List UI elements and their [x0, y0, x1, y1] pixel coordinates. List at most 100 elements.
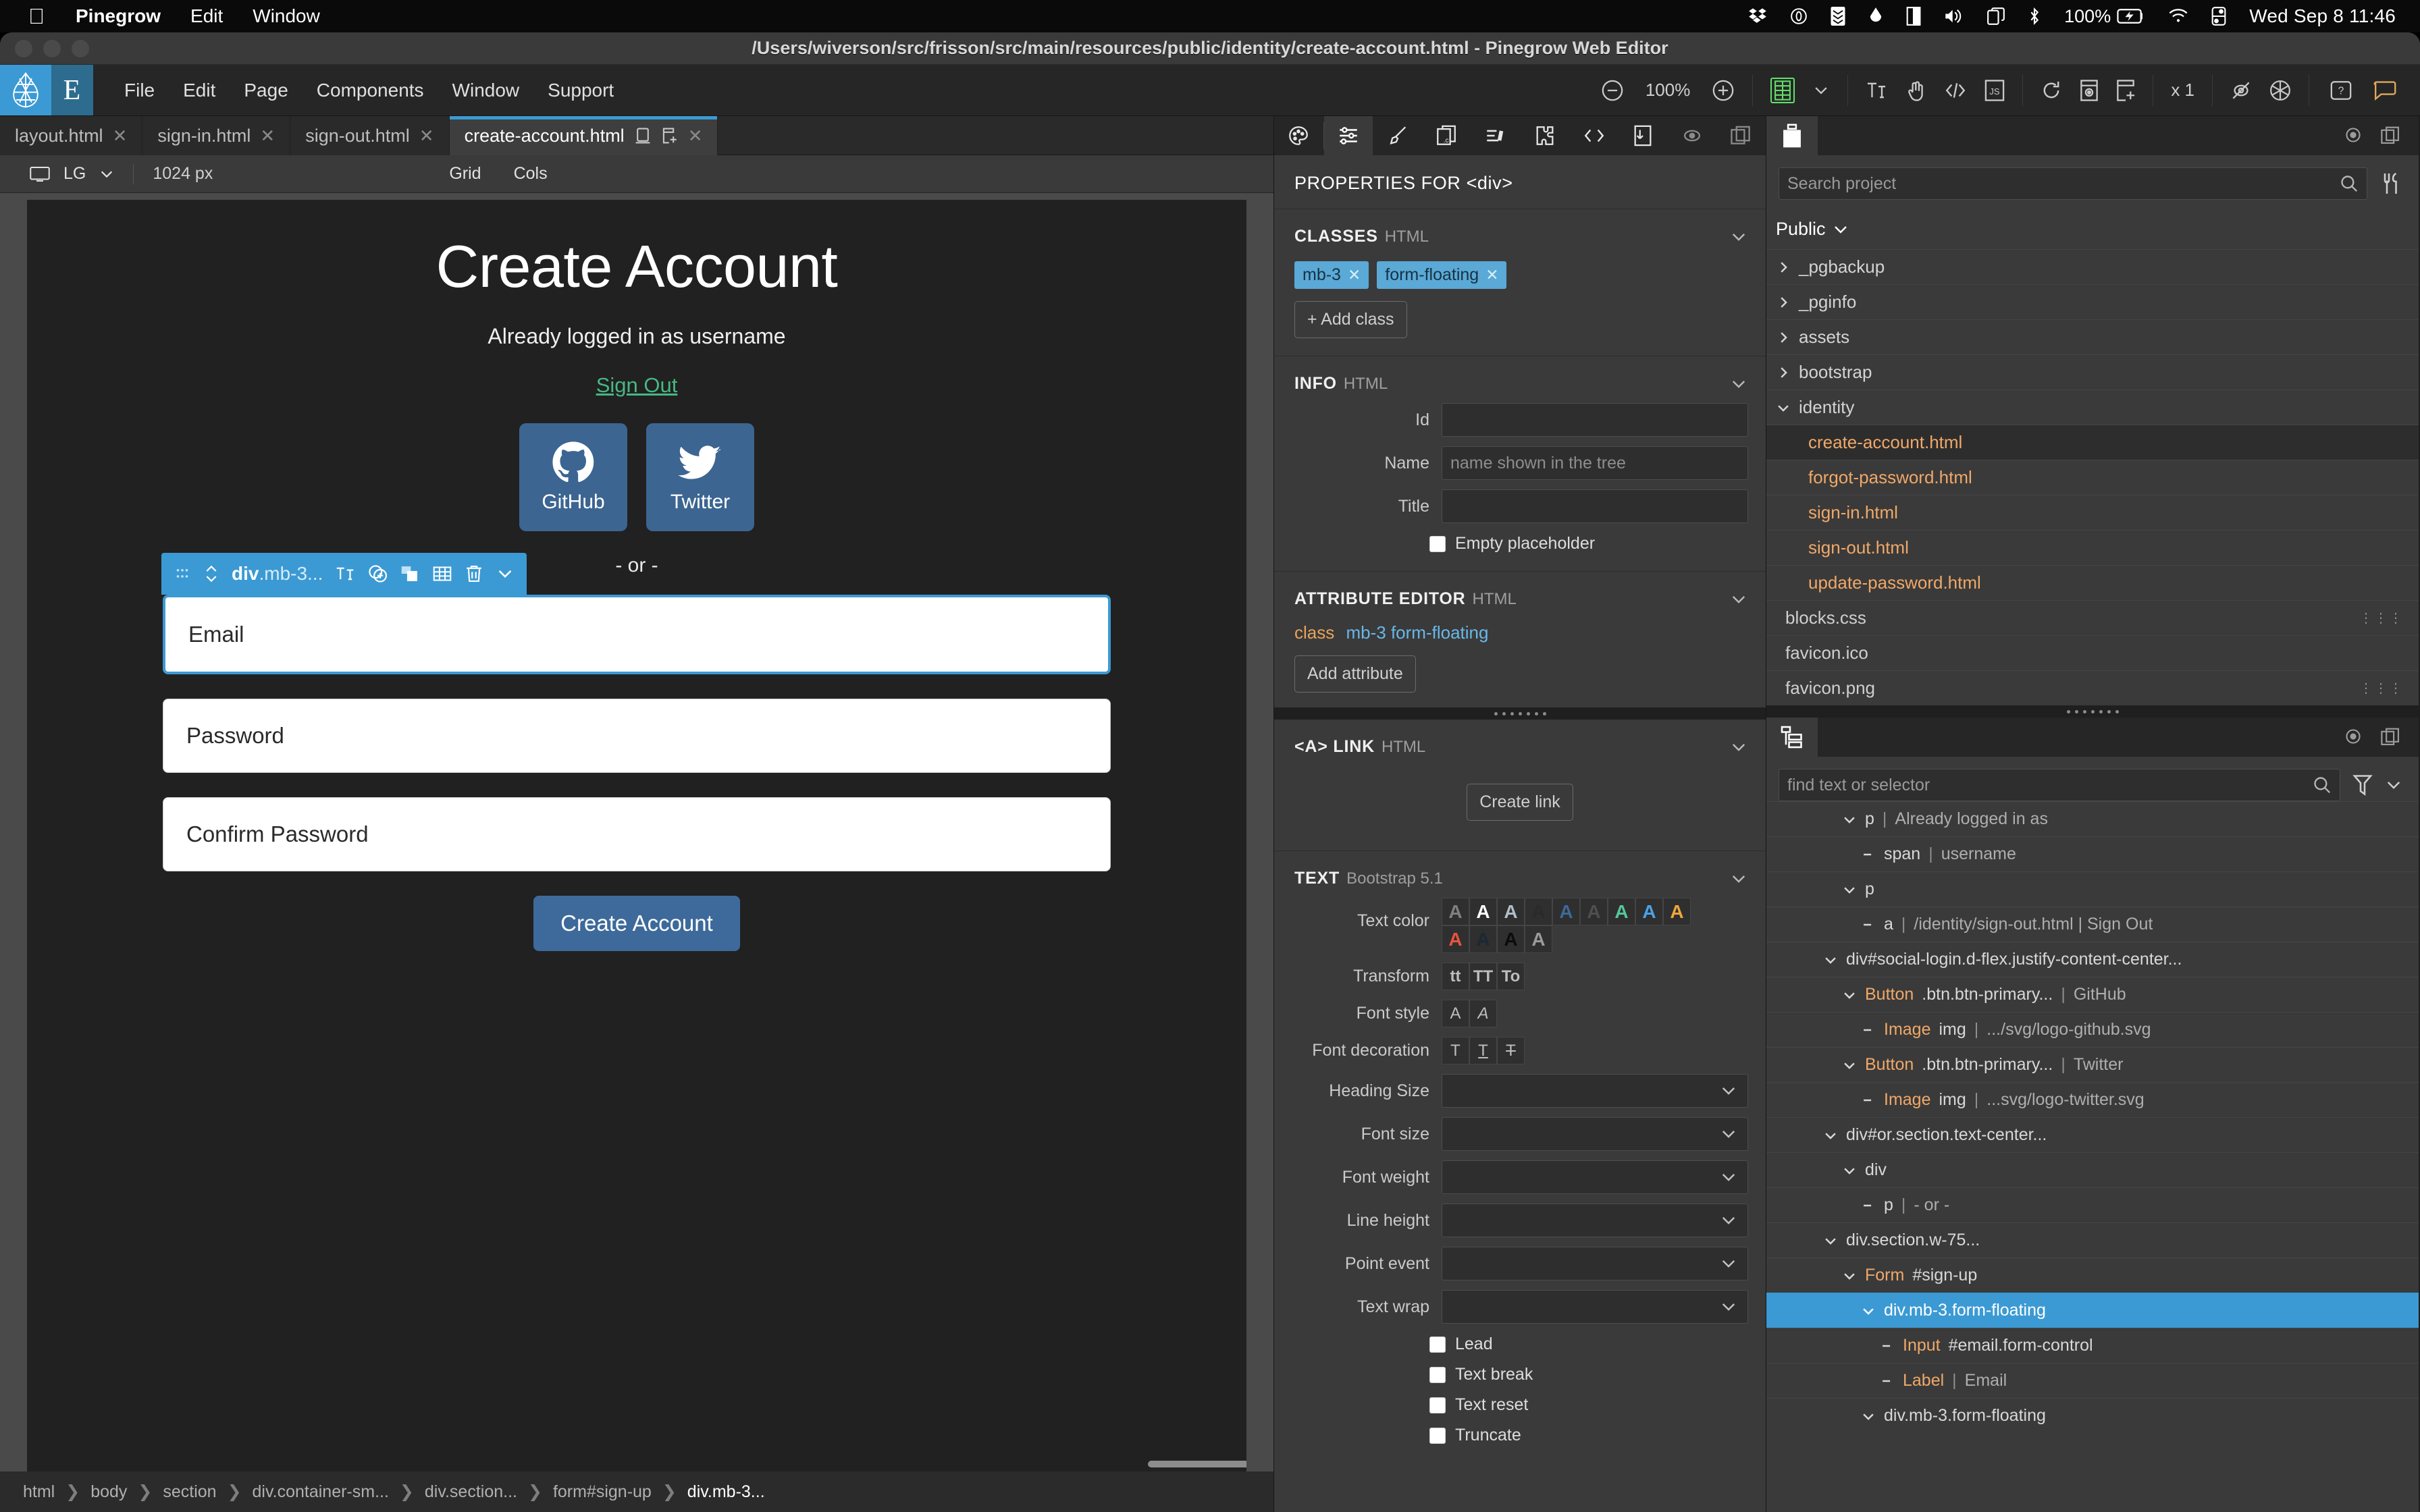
chevron-down-icon[interactable] [1823, 952, 1838, 967]
open-in-new-icon[interactable] [2116, 79, 2135, 101]
dom-tree-node[interactable]: Button .btn.btn-primary... | Twitter [1766, 1047, 2419, 1082]
leaf-dash-icon[interactable] [1880, 1374, 1895, 1388]
drop-icon[interactable] [1868, 7, 1883, 26]
text-edit-icon[interactable] [1866, 80, 1887, 101]
zoom-out-icon[interactable] [1601, 79, 1624, 102]
chevron-down-icon[interactable] [1842, 988, 1857, 1002]
text-color-swatch[interactable]: A [1469, 925, 1497, 953]
project-folder-item[interactable]: identity [1766, 389, 2419, 425]
pinegrow-logo-icon[interactable] [0, 65, 51, 115]
tab-sign-out-html[interactable]: sign-out.html ✕ [290, 116, 450, 155]
point-event-select[interactable] [1442, 1247, 1748, 1280]
decoration-strikethrough[interactable]: T [1497, 1037, 1525, 1064]
search-icon[interactable] [2313, 776, 2332, 794]
password-field[interactable]: Password [163, 699, 1111, 773]
transform-lowercase[interactable]: tt [1442, 963, 1469, 990]
project-file-item[interactable]: favicon.ico [1766, 635, 2419, 670]
drag-handle-icon[interactable] [174, 565, 191, 583]
text-color-swatch[interactable]: A [1442, 898, 1469, 925]
create-link-button[interactable]: Create link [1467, 784, 1573, 821]
project-file-item[interactable]: forgot-password.html [1766, 460, 2419, 495]
dom-tree-node[interactable]: div.mb-3.form-floating [1766, 1398, 2419, 1433]
menu-edit[interactable]: Edit [183, 80, 215, 101]
dom-tree-node[interactable]: a | /identity/sign-out.html | Sign Out [1766, 907, 2419, 942]
menu-page[interactable]: Page [244, 80, 288, 101]
chevron-down-icon[interactable] [99, 167, 114, 182]
editor-mode-badge[interactable]: E [51, 65, 93, 115]
tab-sign-in-html[interactable]: sign-in.html ✕ [142, 116, 291, 155]
menu-window[interactable]: Window [253, 5, 320, 27]
id-field[interactable] [1442, 403, 1748, 437]
decoration-none[interactable]: T [1442, 1037, 1469, 1064]
breadcrumb-current[interactable]: div.mb-3... [687, 1482, 765, 1502]
chevron-down-icon[interactable] [1842, 1058, 1857, 1073]
name-field[interactable]: name shown in the tree [1442, 446, 1748, 480]
horizontal-scrollbar[interactable] [1148, 1461, 1246, 1467]
export-icon[interactable] [1619, 116, 1668, 155]
dom-tree-node[interactable]: div.mb-3.form-floating [1766, 1293, 2419, 1328]
grid-overlay-icon[interactable] [1770, 77, 1795, 103]
dom-tree-node[interactable]: div.section.w-75... [1766, 1222, 2419, 1258]
chevron-right-icon[interactable] [1776, 260, 1791, 275]
menu-file[interactable]: File [124, 80, 155, 101]
text-color-swatch[interactable]: A [1497, 898, 1525, 925]
dom-tree-node[interactable]: Form #sign-up [1766, 1258, 2419, 1293]
trash-icon[interactable] [465, 564, 483, 584]
zoom-in-icon[interactable] [1712, 79, 1735, 102]
text-edit-icon[interactable] [335, 564, 355, 583]
eye-icon[interactable] [2343, 727, 2363, 747]
dom-tree-node[interactable]: Label | Email [1766, 1363, 2419, 1398]
text-reset-checkbox[interactable] [1429, 1397, 1446, 1413]
dom-tree-node[interactable]: Button .btn.btn-primary... | GitHub [1766, 977, 2419, 1012]
attribute-row[interactable]: class mb-3 form-floating [1274, 609, 1766, 643]
breadcrumb-html[interactable]: html [23, 1482, 55, 1502]
eye-icon[interactable] [2343, 126, 2363, 146]
hidden-eye-icon[interactable] [2230, 80, 2252, 101]
font-style-options[interactable]: A A [1442, 1000, 1497, 1027]
dom-tree-node[interactable]: p | Already logged in as [1766, 801, 2419, 836]
text-section-header[interactable]: TEXT Bootstrap 5.1 [1274, 851, 1766, 888]
reload-icon[interactable] [2041, 80, 2062, 101]
brush-icon[interactable] [1373, 116, 1422, 155]
info-section-header[interactable]: INFO HTML [1274, 356, 1766, 394]
wifi-icon[interactable] [2168, 8, 2188, 24]
chevron-down-icon[interactable] [1729, 377, 1748, 392]
text-color-swatches[interactable]: AAAAAAAAAAAAA [1442, 898, 1691, 953]
volume-icon[interactable] [1944, 7, 1964, 25]
chevron-down-icon[interactable] [1729, 230, 1748, 244]
dom-tree-node[interactable]: p [1766, 871, 2419, 907]
project-folder-item[interactable]: _pginfo [1766, 284, 2419, 319]
text-color-swatch[interactable]: A [1525, 925, 1552, 953]
create-account-button[interactable]: Create Account [533, 896, 740, 951]
close-icon[interactable]: ✕ [1348, 266, 1361, 284]
close-icon[interactable]: ✕ [260, 126, 275, 146]
puzzle-icon[interactable] [1520, 116, 1569, 155]
project-file-item[interactable]: favicon.png ⋮⋮⋮ [1766, 670, 2419, 705]
chevron-down-icon[interactable] [1842, 1268, 1857, 1283]
open-in-new-icon[interactable] [661, 127, 679, 144]
list-icon[interactable] [1471, 116, 1521, 155]
font-decoration-options[interactable]: T T T [1442, 1037, 1525, 1064]
chevron-down-icon[interactable] [1833, 223, 1849, 236]
tree-resize-handle[interactable] [1766, 705, 2419, 718]
class-chip-mb3[interactable]: mb-3 ✕ [1294, 261, 1369, 289]
chevron-down-icon[interactable] [1861, 1303, 1876, 1318]
sign-out-link[interactable]: Sign Out [596, 373, 678, 397]
css-file-icon[interactable]: .c [1422, 116, 1471, 155]
device-preview-icon[interactable] [634, 127, 652, 144]
text-color-swatch[interactable]: A [1497, 925, 1525, 953]
dropbox-icon[interactable] [1748, 7, 1767, 26]
text-color-swatch[interactable]: A [1442, 925, 1469, 953]
filter-icon[interactable] [2352, 774, 2373, 796]
truncate-checkbox[interactable] [1429, 1427, 1446, 1444]
copy-icon[interactable] [2381, 727, 2401, 747]
leaf-dash-icon[interactable] [1861, 917, 1876, 932]
breadcrumb-container[interactable]: div.container-sm... [253, 1482, 389, 1502]
duplicate-icon[interactable] [400, 564, 420, 583]
tree-icon[interactable] [1766, 718, 1818, 757]
chevron-right-icon[interactable] [1776, 365, 1791, 380]
chevron-down-icon[interactable] [1861, 1409, 1876, 1424]
chat-icon[interactable] [2373, 80, 2397, 101]
add-element-icon[interactable] [367, 564, 388, 584]
zoom-level[interactable]: 100% [1646, 80, 1691, 101]
